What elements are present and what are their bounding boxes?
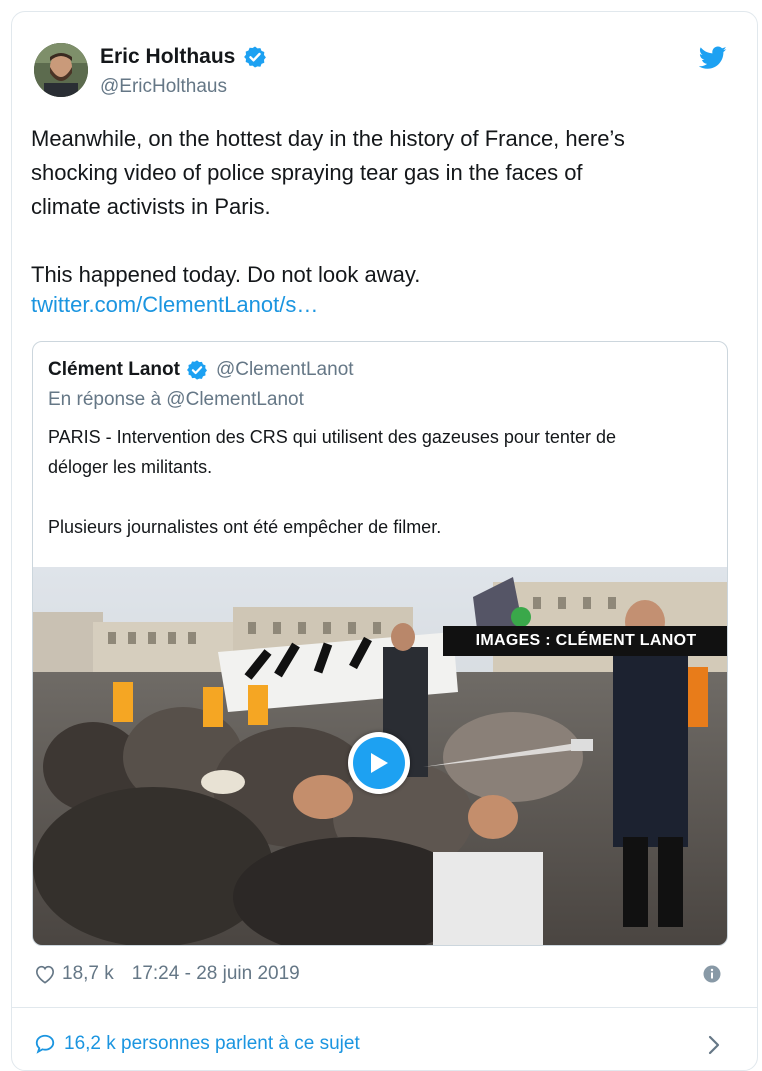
quoted-reply-to: En réponse à @ClementLanot xyxy=(48,389,304,410)
tweet-text: Meanwhile, on the hottest day in the his… xyxy=(31,126,625,287)
twitter-bird-icon[interactable] xyxy=(699,46,727,70)
info-icon[interactable] xyxy=(703,965,721,983)
play-button[interactable] xyxy=(348,732,410,794)
conversation-link[interactable]: 16,2 k personnes parlent à ce sujet xyxy=(34,1033,360,1055)
play-icon xyxy=(371,753,388,773)
author-name-row[interactable]: Eric Holthaus xyxy=(100,45,267,69)
quoted-tweet[interactable]: Clément Lanot @ClementLanot En réponse à… xyxy=(32,341,728,946)
tweet-card: Eric Holthaus @EricHolthaus Meanwhile, o… xyxy=(11,11,758,1071)
author-handle[interactable]: @EricHolthaus xyxy=(100,76,227,98)
quoted-text: PARIS - Intervention des CRS qui utilise… xyxy=(48,427,616,537)
tweet-link[interactable]: twitter.com/ClementLanot/s… xyxy=(31,292,318,318)
video-thumbnail[interactable]: IMAGES : CLÉMENT LANOT xyxy=(33,567,727,945)
like-count[interactable]: 18,7 k xyxy=(62,963,114,985)
quoted-author-handle: @ClementLanot xyxy=(215,359,354,380)
divider xyxy=(12,1007,757,1008)
heart-icon[interactable] xyxy=(34,964,56,984)
chevron-right-icon[interactable] xyxy=(707,1034,721,1056)
verified-badge-icon xyxy=(244,46,267,68)
quoted-header: Clément Lanot @ClementLanot xyxy=(48,359,354,381)
comment-bubble-icon xyxy=(35,1034,55,1054)
tweet-meta: 18,7 k 17:24 - 28 juin 2019 xyxy=(34,963,300,985)
verified-badge-icon xyxy=(186,360,207,380)
author-name[interactable]: Eric Holthaus xyxy=(100,45,235,69)
tweet-timestamp[interactable]: 17:24 - 28 juin 2019 xyxy=(132,963,300,985)
media-overlay-label: IMAGES : CLÉMENT LANOT xyxy=(443,626,727,656)
conversation-label[interactable]: 16,2 k personnes parlent à ce sujet xyxy=(64,1033,360,1055)
avatar[interactable] xyxy=(34,43,88,97)
quoted-author-name: Clément Lanot xyxy=(48,359,180,380)
